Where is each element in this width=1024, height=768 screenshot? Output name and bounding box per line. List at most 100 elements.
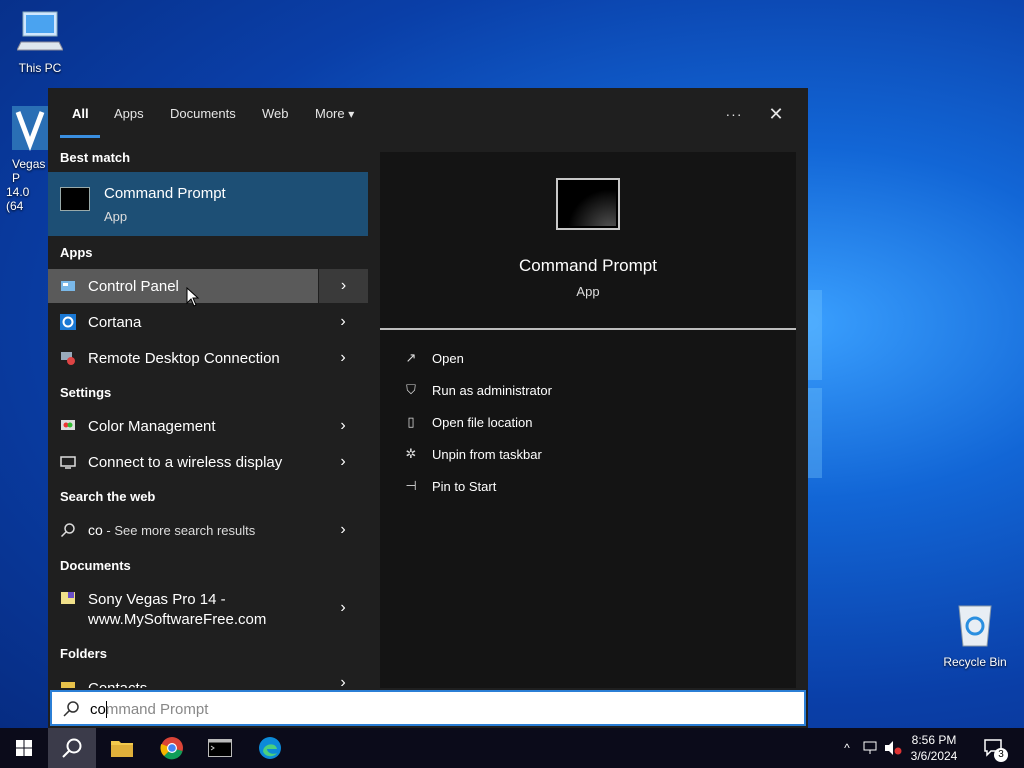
chevron-right-icon[interactable]: › <box>318 445 368 479</box>
action-open-file-location[interactable]: ▯ Open file location <box>402 410 532 434</box>
clock-time: 8:56 PM <box>911 733 957 747</box>
taskbar-command-prompt[interactable] <box>196 728 244 768</box>
command-prompt-large-icon <box>556 178 620 230</box>
result-label: Control Panel <box>88 277 179 295</box>
section-settings: Settings <box>60 385 112 400</box>
action-open[interactable]: ↗ Open <box>402 346 464 370</box>
taskbar-search-button[interactable] <box>48 728 96 768</box>
best-match-title: Command Prompt <box>104 185 226 202</box>
search-typed-text: co <box>90 701 106 718</box>
chevron-right-icon[interactable]: › <box>318 305 368 339</box>
result-folder-contacts[interactable]: Contacts › <box>48 672 368 688</box>
tab-web[interactable]: Web <box>262 106 289 121</box>
chevron-right-icon[interactable]: › <box>318 341 368 375</box>
search-input[interactable]: command Prompt <box>50 690 806 726</box>
action-run-as-administrator[interactable]: ⛉ Run as administrator <box>402 378 552 402</box>
taskbar-file-explorer[interactable] <box>98 728 146 768</box>
recycle-bin-icon <box>958 605 992 647</box>
chevron-right-icon[interactable]: › <box>318 672 368 688</box>
color-management-icon <box>61 420 75 430</box>
search-autocomplete: mmand Prompt <box>105 701 209 718</box>
preview-subtitle: App <box>576 284 600 299</box>
desktop-icon-label: This PC <box>18 61 62 75</box>
notification-count-badge: 3 <box>994 748 1008 762</box>
edge-icon <box>259 737 281 759</box>
section-documents: Documents <box>60 558 131 573</box>
chevron-right-icon[interactable]: › <box>318 586 368 630</box>
tab-more-label: More <box>315 106 345 121</box>
result-document-sony-vegas[interactable]: Sony Vegas Pro 14 - www.MySoftwareFree.c… <box>48 586 368 630</box>
volume-muted-icon[interactable] <box>884 740 902 756</box>
control-panel-icon <box>61 281 75 291</box>
folder-icon <box>111 741 133 757</box>
chrome-icon <box>160 737 183 760</box>
taskbar-chrome[interactable] <box>148 728 196 768</box>
document-name-line1: Sony Vegas Pro 14 - <box>88 591 226 608</box>
web-see-more: - See more search results <box>102 523 256 538</box>
taskbar: ^ 8:56 PM 3/6/2024 3 <box>0 728 1024 768</box>
preview-pane: Command Prompt App ↗ Open ⛉ Run as admin… <box>380 152 796 688</box>
action-pin-to-start[interactable]: ⊣ Pin to Start <box>402 474 496 498</box>
search-query: command Prompt <box>90 701 208 718</box>
result-control-panel[interactable]: Control Panel › <box>48 269 368 303</box>
search-icon <box>63 701 79 717</box>
network-icon[interactable] <box>862 740 880 756</box>
result-label: Color Management <box>88 417 216 435</box>
windows-logo-icon <box>16 740 32 756</box>
result-label: Remote Desktop Connection <box>88 349 280 367</box>
search-tabs-bar: All Apps Documents Web More ▾ ··· ✕ <box>48 88 808 140</box>
taskbar-edge[interactable] <box>246 728 294 768</box>
result-color-management[interactable]: Color Management › <box>48 409 368 443</box>
result-label: Connect to a wireless display <box>88 453 283 471</box>
result-remote-desktop[interactable]: Remote Desktop Connection › <box>48 341 368 375</box>
result-label: Contacts <box>88 680 147 688</box>
section-folders: Folders <box>60 646 107 661</box>
file-location-icon: ▯ <box>407 414 415 429</box>
system-tray: ^ <box>838 728 902 768</box>
tab-apps[interactable]: Apps <box>114 106 144 121</box>
more-options-button[interactable]: ··· <box>720 100 748 128</box>
desktop-icon-vegas[interactable]: Vegas P 14.0 (64 <box>0 104 52 213</box>
wallpaper-beam <box>808 388 822 478</box>
close-button[interactable]: ✕ <box>762 100 790 128</box>
remote-desktop-icon <box>61 352 75 365</box>
start-button[interactable] <box>0 728 48 768</box>
clock-date: 3/6/2024 <box>910 749 958 763</box>
best-match-command-prompt[interactable]: Command Prompt App <box>48 172 368 236</box>
desktop-icon-label: 14.0 (64 <box>6 185 30 213</box>
section-apps: Apps <box>60 245 93 260</box>
unpin-icon: ✲ <box>405 446 417 461</box>
section-best-match: Best match <box>60 150 131 165</box>
tab-all[interactable]: All <box>72 106 89 121</box>
command-prompt-icon <box>60 187 90 211</box>
cortana-icon <box>60 314 76 330</box>
tab-more[interactable]: More ▾ <box>315 106 354 121</box>
mouse-cursor-icon <box>186 287 200 307</box>
chevron-down-icon: ▾ <box>348 107 355 121</box>
search-panel: All Apps Documents Web More ▾ ··· ✕ Best… <box>48 88 808 728</box>
desktop-icon-this-pc[interactable]: This PC <box>2 8 78 75</box>
best-match-subtitle: App <box>104 209 128 224</box>
preview-divider <box>380 328 796 330</box>
chevron-right-icon[interactable]: › <box>318 513 368 547</box>
result-cortana[interactable]: Cortana › <box>48 305 368 339</box>
action-center-button[interactable]: 3 <box>970 728 1018 768</box>
desktop-icon-label: Recycle Bin <box>943 655 1007 669</box>
search-icon <box>60 523 75 538</box>
folders-clip: Contacts › <box>48 672 368 688</box>
result-web-search[interactable]: co - See more search results › <box>48 513 368 547</box>
document-icon <box>61 592 75 604</box>
search-icon <box>62 738 82 758</box>
desktop-icon-recycle-bin[interactable]: Recycle Bin <box>936 600 1014 669</box>
result-wireless-display[interactable]: Connect to a wireless display › <box>48 445 368 479</box>
chevron-up-icon[interactable]: ^ <box>838 741 856 755</box>
chevron-right-icon[interactable]: › <box>318 409 368 443</box>
chevron-right-icon[interactable]: › <box>318 269 368 303</box>
active-tab-indicator <box>60 135 100 138</box>
section-search-web: Search the web <box>60 489 156 504</box>
action-unpin-from-taskbar[interactable]: ✲ Unpin from taskbar <box>402 442 542 466</box>
tab-documents[interactable]: Documents <box>170 106 236 121</box>
clock[interactable]: 8:56 PM 3/6/2024 <box>906 732 962 764</box>
folder-icon <box>61 682 75 688</box>
desktop-icon-label: Vegas P <box>12 157 46 185</box>
